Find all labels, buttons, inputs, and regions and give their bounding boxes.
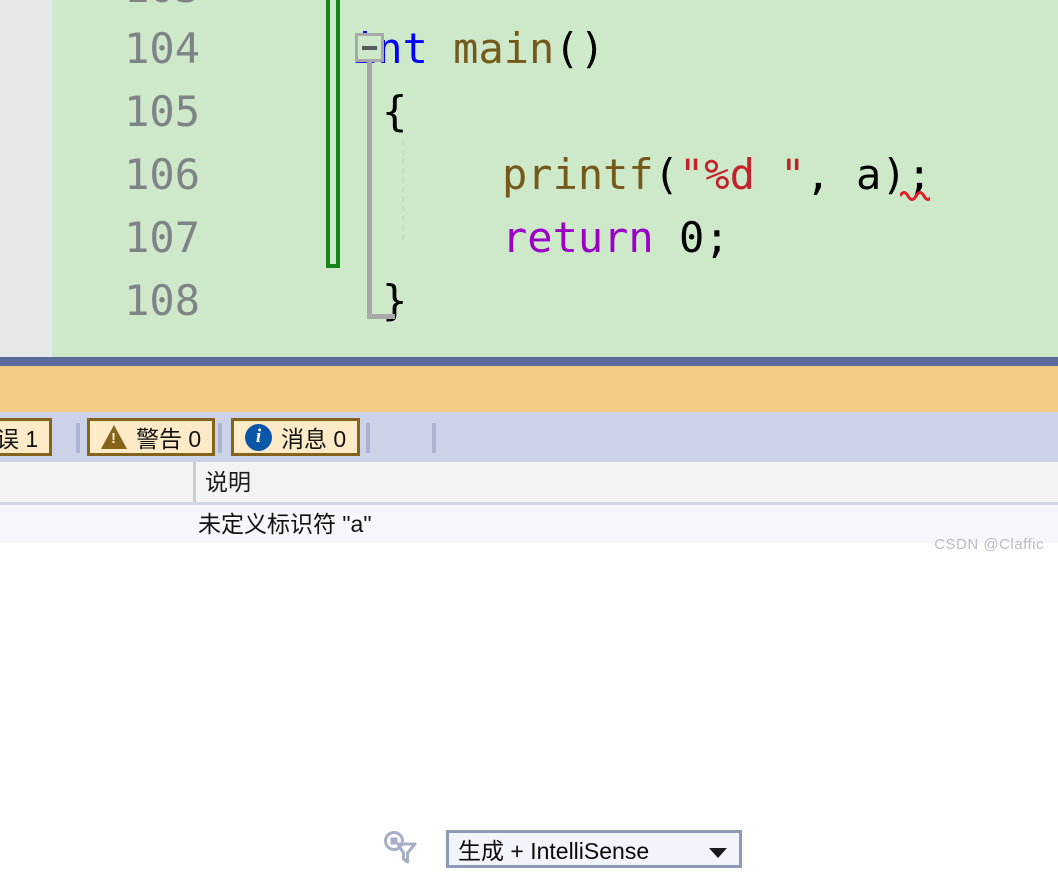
toolbar-separator (218, 423, 222, 453)
code-text-line-105[interactable]: { (382, 80, 407, 143)
token-paren-open: ( (654, 150, 679, 199)
code-editor[interactable]: 103 104 int main() 105 { 106 printf("%d … (0, 0, 1058, 357)
errors-filter-button[interactable]: 误 1 (0, 418, 52, 456)
chevron-down-icon[interactable] (709, 848, 727, 858)
warnings-filter-button[interactable]: 警告 0 (87, 418, 215, 456)
token-string-literal: "%d " (679, 150, 805, 199)
error-list-column-header-row[interactable] (0, 462, 1058, 502)
scope-selector-dropdown[interactable]: 生成 + IntelliSense (446, 830, 742, 868)
table-row[interactable] (0, 505, 1058, 543)
outlining-guideline (367, 62, 372, 319)
warnings-filter-label: 警告 0 (136, 420, 201, 454)
messages-filter-label: 消息 0 (281, 420, 346, 454)
column-divider[interactable] (193, 462, 196, 502)
line-number: 105 (50, 80, 200, 143)
filter-icon[interactable] (381, 828, 425, 870)
token-space (428, 24, 453, 73)
code-text-line-108[interactable]: } (382, 269, 407, 332)
code-line[interactable]: 107 return 0; (52, 206, 1058, 269)
line-number: 108 (50, 269, 200, 332)
messages-filter-button[interactable]: i 消息 0 (231, 418, 360, 456)
code-text-line-107[interactable]: return 0; (502, 206, 730, 269)
token-parens: () (554, 24, 605, 73)
toolbar-separator (76, 423, 80, 453)
info-circle-icon: i (245, 424, 272, 451)
token-brace-open: { (382, 87, 407, 136)
code-line[interactable]: 108 } (52, 269, 1058, 332)
token-return-value: 0; (654, 213, 730, 262)
editor-text-surface[interactable]: 103 104 int main() 105 { 106 printf("%d … (52, 0, 1058, 357)
change-tracking-bar (326, 0, 340, 268)
token-comma: , (805, 150, 856, 199)
token-function-main: main (453, 24, 554, 73)
column-header-description[interactable]: 说明 (205, 462, 251, 502)
line-number: 104 (50, 17, 200, 80)
token-function-printf: printf (502, 150, 654, 199)
code-line[interactable]: 104 int main() (52, 17, 1058, 80)
warning-triangle-icon (101, 425, 127, 449)
line-number: 107 (50, 206, 200, 269)
outlining-guideline-foot (367, 314, 395, 319)
code-text-line-106[interactable]: printf("%d ", a); (502, 143, 932, 206)
errors-filter-label: 误 1 (0, 420, 38, 454)
error-list-title-band (0, 366, 1058, 412)
indent-guideline (402, 140, 405, 240)
token-identifier-a: a (856, 150, 881, 199)
collapse-region-toggle-icon[interactable] (355, 33, 384, 62)
panel-splitter[interactable] (0, 357, 1058, 366)
scope-selector-value: 生成 + IntelliSense (458, 832, 649, 866)
watermark: CSDN @Claffic (934, 536, 1044, 553)
error-squiggle-underline (900, 188, 930, 202)
error-list-toolbar[interactable]: 误 1 警告 0 i 消息 0 生成 + IntelliSense (0, 412, 1058, 462)
toolbar-separator (432, 423, 436, 453)
line-number: 106 (50, 143, 200, 206)
token-keyword-return: return (502, 213, 654, 262)
code-line[interactable]: 105 { (52, 80, 1058, 143)
error-list-empty-area (0, 543, 1058, 561)
table-cell-description[interactable]: 未定义标识符 "a" (198, 505, 372, 543)
toolbar-separator (366, 423, 370, 453)
code-text-line-104[interactable]: int main() (352, 17, 605, 80)
